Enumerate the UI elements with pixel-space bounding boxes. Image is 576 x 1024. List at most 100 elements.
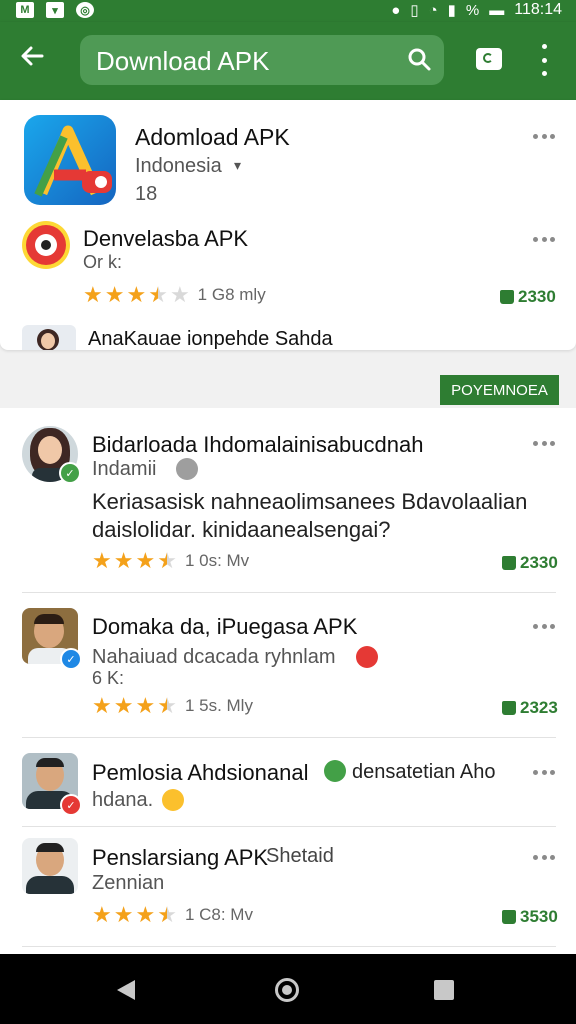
app-logo-icon <box>34 125 112 197</box>
app-icon[interactable] <box>22 221 70 269</box>
more-icon[interactable] <box>533 134 555 140</box>
verified-icon: ✓ <box>60 648 82 670</box>
verified-icon: ✓ <box>59 462 81 484</box>
wifi-icon: ◔ <box>428 1 438 19</box>
vibrate-icon: ▯ <box>410 2 419 19</box>
item-title-tail: densatetian Aho <box>352 761 496 783</box>
divider <box>22 737 556 738</box>
item-description: Keriasasisk nahneaolimsanees Bdavolaalia… <box>92 489 528 514</box>
nav-back-icon[interactable] <box>117 980 135 1000</box>
tab-icon[interactable] <box>476 48 502 70</box>
section-tag[interactable]: POYEMNOEA <box>440 375 559 405</box>
like-count[interactable]: 3530 <box>502 907 558 927</box>
item-sub: 6 K: <box>92 668 125 688</box>
avatar[interactable] <box>22 838 78 894</box>
item-sub: Or k: <box>83 252 122 272</box>
app-count: 18 <box>135 183 158 205</box>
like-count-value: 2330 <box>520 553 558 572</box>
item-sub: Nahaiuad dcacada ryhnlam <box>92 646 336 668</box>
system-icons: ● ▯ ◔ ▮ % ▬ 118:14 <box>391 1 562 19</box>
star-icon: ★ <box>135 693 156 718</box>
like-count-value: 3530 <box>520 907 558 926</box>
notification-icons: M ▾ ◎ <box>16 2 94 18</box>
item-sub: hdana. <box>92 789 154 811</box>
item-sub: Indamii <box>92 458 157 480</box>
divider <box>22 946 556 947</box>
item-description: daislolidar. kinidaanealsengai? <box>92 517 391 542</box>
star-icon: ★ <box>92 548 112 573</box>
rating-stars: ★ ★ ★ ★ 1 0s: Mv <box>92 550 249 572</box>
sync-icon: ◎ <box>76 2 94 18</box>
rating-text: 1 G8 mly <box>197 285 266 304</box>
alarm-icon: ● <box>391 1 401 19</box>
like-count-value: 2323 <box>520 698 558 717</box>
download-icon: ▾ <box>46 2 64 18</box>
app-region: Indonesia <box>135 155 222 177</box>
battery-percent: % <box>465 1 480 19</box>
results-list: ✓ Bidarloada Ihdomalainisabucdnah Indami… <box>0 408 576 954</box>
more-icon[interactable] <box>533 855 555 861</box>
system-nav-bar <box>0 954 576 1024</box>
star-icon: ★ <box>104 282 125 307</box>
star-icon: ★ <box>92 693 112 718</box>
gear-icon <box>176 458 198 480</box>
rating-text: 1 0s: Mv <box>184 551 250 570</box>
star-icon: ★ <box>148 282 168 307</box>
more-icon[interactable] <box>533 624 555 630</box>
top-results-card: Adomload APK Indonesia ▾ 18 Denvelasba A… <box>0 100 576 350</box>
leaf-icon <box>324 760 346 782</box>
back-arrow-icon[interactable] <box>18 42 46 78</box>
star-icon: ★ <box>157 902 177 927</box>
app-title[interactable]: Adomload APK <box>135 124 290 151</box>
item-title[interactable]: AnaKauae ionpehde Sahda <box>88 328 333 351</box>
region-caret-icon[interactable]: ▾ <box>234 157 241 174</box>
star-icon: ★ <box>169 282 190 307</box>
more-icon[interactable] <box>533 441 555 447</box>
app-bar: Download APK <box>0 22 576 100</box>
divider <box>22 826 556 827</box>
like-count[interactable]: 2330 <box>502 553 558 573</box>
more-icon[interactable] <box>533 237 555 243</box>
item-title-tail: Shetaid <box>266 845 334 867</box>
nav-recents-icon[interactable] <box>434 980 454 1000</box>
rating-text: 1 5s. Mly <box>184 696 253 715</box>
star-icon: ★ <box>113 548 134 573</box>
more-vert-icon[interactable] <box>538 44 550 76</box>
item-title[interactable]: Domaka da, iPuegasa APK <box>92 614 357 640</box>
star-icon: ★ <box>135 548 156 573</box>
item-sub: Zennian <box>92 872 165 894</box>
item-title[interactable]: Pemlosia Ahdsionanal <box>92 760 308 786</box>
thumb-up-icon <box>502 910 516 924</box>
app-logo[interactable] <box>24 115 116 205</box>
star-icon: ★ <box>113 902 134 927</box>
divider <box>22 592 556 593</box>
item-title[interactable]: Penslarsiang APK <box>92 845 268 871</box>
like-count-value: 2330 <box>518 287 556 306</box>
star-icon: ★ <box>113 693 134 718</box>
emoji-icon <box>162 789 184 811</box>
gmail-icon: M <box>16 2 34 18</box>
star-icon: ★ <box>135 902 156 927</box>
rating-stars: ★ ★ ★ ★ 1 5s. Mly <box>92 695 253 717</box>
like-count[interactable]: 2323 <box>502 698 558 718</box>
rating-text: 1 C8: Mv <box>184 905 253 924</box>
clock: 118:14 <box>514 1 562 18</box>
item-title[interactable]: Bidarloada Ihdomalainisabucdnah <box>92 432 423 458</box>
status-bar: M ▾ ◎ ● ▯ ◔ ▮ % ▬ 118:14 <box>0 0 576 22</box>
thumb-up-icon <box>502 701 516 715</box>
search-icon[interactable] <box>406 46 432 72</box>
star-icon: ★ <box>157 548 177 573</box>
more-icon[interactable] <box>533 770 555 776</box>
item-title[interactable]: Denvelasba APK <box>83 226 248 252</box>
star-icon: ★ <box>92 902 112 927</box>
search-input[interactable]: Download APK <box>96 46 269 77</box>
like-count[interactable]: 2330 <box>500 287 556 307</box>
emoji-icon <box>356 646 378 668</box>
signal-icon: ▮ <box>447 2 456 19</box>
status-badge: ✓ <box>60 794 82 816</box>
avatar[interactable] <box>22 325 76 350</box>
rating-stars: ★ ★ ★ ★ 1 C8: Mv <box>92 904 253 926</box>
rating-stars: ★ ★ ★ ★ ★ 1 G8 mly <box>83 284 266 306</box>
search-field[interactable]: Download APK <box>80 35 444 85</box>
nav-home-icon[interactable] <box>275 978 299 1002</box>
